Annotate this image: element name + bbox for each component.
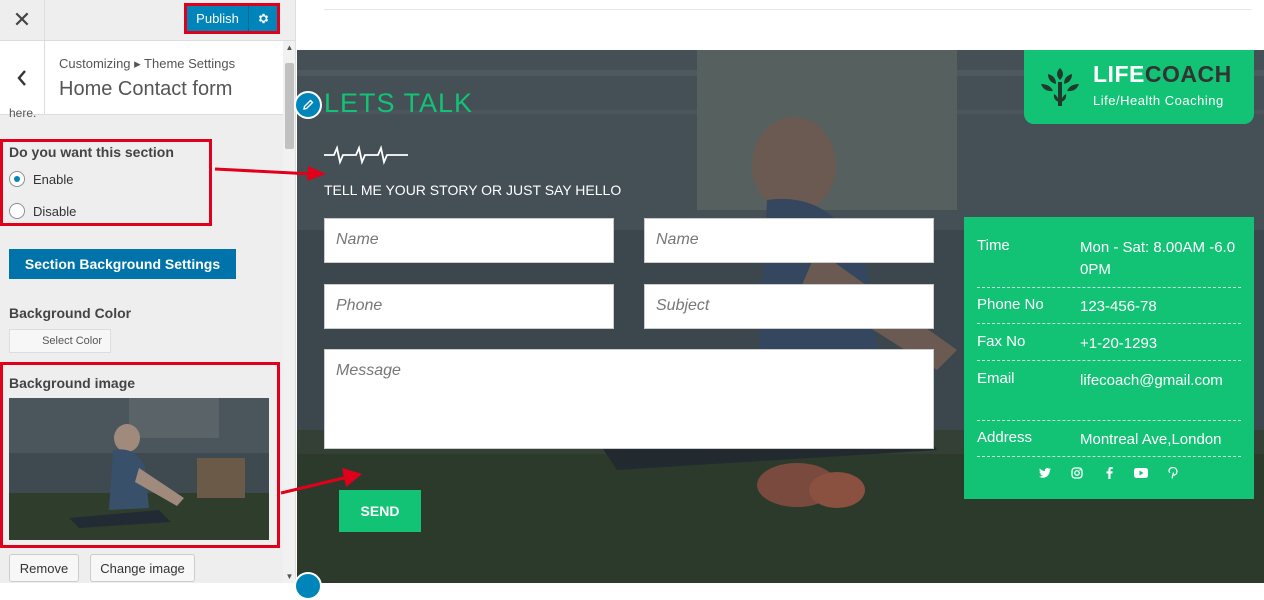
gear-icon: [258, 13, 268, 24]
section-title: Home Contact form: [59, 78, 233, 100]
name-input[interactable]: Name: [324, 218, 614, 263]
section-background-settings-button[interactable]: Section Background Settings: [9, 249, 236, 279]
breadcrumb: Customizing ▸ Theme Settings: [59, 56, 236, 71]
radio-button[interactable]: [9, 171, 25, 187]
radio-disable[interactable]: Disable: [9, 203, 76, 219]
background-image-thumbnail: [9, 398, 269, 540]
preview-divider: [324, 9, 1251, 10]
phone-input[interactable]: Phone: [324, 284, 614, 329]
tree-logo-icon: [1041, 68, 1079, 106]
info-row-phone: Phone No 123-456-78: [977, 296, 1241, 324]
info-row-address: Address Montreal Ave,London: [977, 429, 1241, 457]
pencil-icon: [303, 99, 314, 110]
sidebar-scrollbar[interactable]: ▲ ▼: [283, 41, 295, 583]
section-tagline: TELL ME YOUR STORY OR JUST SAY HELLO: [324, 182, 622, 198]
subject-input[interactable]: Subject: [644, 284, 934, 329]
background-image-label: Background image: [9, 375, 136, 391]
publish-group: Publish: [184, 3, 280, 34]
radio-disable-label: Disable: [33, 203, 77, 219]
site-preview: LETS TALK TELL ME YOUR STORY OR JUST SAY…: [294, 0, 1264, 600]
facebook-icon[interactable]: [1102, 466, 1116, 480]
section-heading: LETS TALK: [324, 88, 474, 118]
publish-button[interactable]: Publish: [187, 6, 249, 31]
edit-shortcut-button-lower[interactable]: [294, 572, 322, 600]
instagram-icon[interactable]: [1070, 466, 1084, 480]
publish-settings-button[interactable]: [249, 6, 277, 31]
section-header: Customizing ▸ Theme Settings Home Contac…: [0, 41, 283, 115]
customizer-topbar: ✕ Publish: [0, 0, 295, 41]
heartbeat-divider-icon: [324, 145, 408, 165]
radio-button[interactable]: [9, 203, 25, 219]
radio-enable[interactable]: Enable: [9, 171, 73, 187]
site-logo[interactable]: LIFECOACH Life/Health Coaching: [1024, 50, 1254, 124]
customizer-sidebar: ✕ Publish Customizing ▸ Theme Settings H…: [0, 0, 296, 583]
youtube-icon[interactable]: [1134, 466, 1148, 480]
change-image-button[interactable]: Change image: [90, 554, 195, 582]
chevron-left-icon: [17, 69, 26, 86]
background-color-label: Background Color: [9, 305, 132, 321]
close-customizer-button[interactable]: ✕: [0, 0, 45, 40]
back-button[interactable]: [0, 41, 45, 114]
remove-image-button[interactable]: Remove: [9, 554, 79, 582]
email-name-input[interactable]: Name: [644, 218, 934, 263]
annotation-arrow-background-image: [280, 468, 362, 495]
info-row-fax: Fax No +1-20-1293: [977, 333, 1241, 361]
scroll-up-arrow-icon[interactable]: ▲: [283, 41, 295, 54]
radio-enable-label: Enable: [33, 171, 74, 187]
logo-subtitle: Life/Health Coaching: [1093, 93, 1224, 108]
annotation-arrow-section-toggle: [214, 166, 326, 181]
logo-title: LIFECOACH: [1093, 61, 1232, 87]
info-row-email: Email lifecoach@gmail.com: [977, 370, 1241, 421]
social-links: [964, 466, 1254, 480]
select-color-button[interactable]: Select Color: [9, 329, 111, 353]
twitter-icon[interactable]: [1038, 466, 1052, 480]
scroll-thumb[interactable]: [285, 63, 294, 149]
pinterest-icon[interactable]: [1166, 466, 1180, 480]
message-textarea[interactable]: Message: [324, 349, 934, 449]
clipped-description: here.: [9, 106, 37, 120]
contact-info-box: Time Mon - Sat: 8.00AM -6.00PM Phone No 12…: [964, 217, 1254, 499]
section-toggle-label: Do you want this section: [9, 144, 174, 160]
info-row-time: Time Mon - Sat: 8.00AM -6.00PM: [977, 237, 1241, 288]
edit-shortcut-button[interactable]: [294, 91, 322, 119]
